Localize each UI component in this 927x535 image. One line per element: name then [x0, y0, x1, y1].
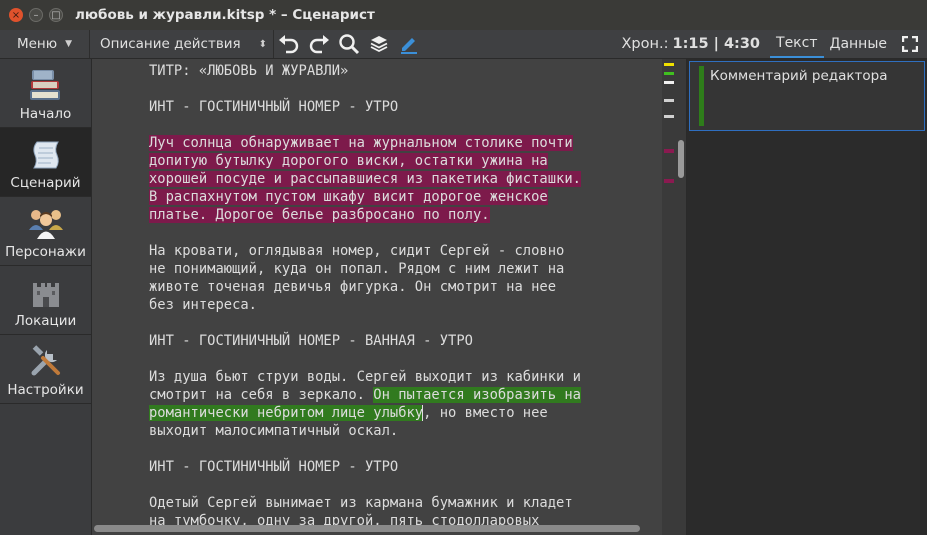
fullscreen-icon[interactable] [893, 30, 927, 58]
highlighted-text: В распахнутом пустом шкафу висит дорогое… [149, 189, 548, 205]
marker[interactable] [664, 63, 674, 66]
window-minimize-button[interactable]: – [29, 8, 43, 22]
action-line: , но вместо нее [423, 405, 548, 421]
highlighted-text: Луч солнца обнаруживает на журнальном ст… [149, 135, 573, 151]
scene-heading: ИНТ - ГОСТИНИЧНЫЙ НОМЕР - УТРО [149, 99, 399, 115]
highlighted-text: романтически небритом лице улыбку [149, 405, 424, 421]
scene-heading: ИНТ - ГОСТИНИЧНЫЙ НОМЕР - УТРО [149, 459, 399, 475]
action-line: На кровати, оглядывая номер, сидит Серге… [149, 243, 565, 259]
comment-item[interactable]: Комментарий редактора [689, 61, 925, 131]
menu-button[interactable]: Меню ▼ [0, 30, 90, 58]
marker[interactable] [664, 179, 674, 183]
title-line: ТИТР: «ЛЮБОВЬ И ЖУРАВЛИ» [149, 63, 349, 79]
tab-text[interactable]: Текст [770, 30, 824, 58]
castle-icon [32, 283, 59, 307]
action-line: Из душа бьют струи воды. Сергей выходит … [149, 369, 581, 385]
updown-arrows-icon: ⬍ [258, 38, 267, 50]
window-maximize-button[interactable]: □ [49, 8, 63, 22]
action-line: смотрит на себя в зеркало. [149, 387, 374, 403]
marker[interactable] [664, 149, 674, 153]
search-icon[interactable] [334, 30, 364, 58]
sidebar-item-script[interactable]: Сценарий [0, 128, 91, 197]
chron-label: Хрон.: [621, 36, 669, 52]
sidebar-item-label: Локации [14, 313, 77, 329]
block-type-value: Описание действия [100, 36, 241, 52]
marker-strip[interactable] [662, 59, 676, 535]
script-text[interactable]: ТИТР: «ЛЮБОВЬ И ЖУРАВЛИ» ИНТ - ГОСТИНИЧН… [149, 62, 581, 530]
window-title: любовь и журавли.kitsp * – Сценарист [75, 7, 375, 23]
tab-data[interactable]: Данные [824, 30, 894, 58]
sidebar-item-start[interactable]: Начало [0, 59, 91, 128]
layers-icon[interactable] [364, 30, 394, 58]
window-close-button[interactable]: × [9, 8, 23, 22]
main-toolbar: Меню ▼ Описание действия ⬍ Хрон.: 1:15 |… [0, 30, 927, 59]
tools-icon [31, 345, 60, 376]
action-line: Одетый Сергей вынимает из кармана бумажн… [149, 495, 573, 511]
redo-icon[interactable] [304, 30, 334, 58]
books-icon [29, 70, 60, 100]
comment-text: Комментарий редактора [710, 68, 888, 84]
scene-heading: ИНТ - ГОСТИНИЧНЫЙ НОМЕР - ВАННАЯ - УТРО [149, 333, 473, 349]
sidebar: Начало Сценарий Персонажи Локации Настро… [0, 59, 92, 535]
people-icon [28, 210, 63, 239]
scrollbar-thumb[interactable] [678, 140, 684, 178]
highlighted-text: допитую бутылку дорогого виски, остатки … [149, 153, 548, 169]
script-editor[interactable]: ТИТР: «ЛЮБОВЬ И ЖУРАВЛИ» ИНТ - ГОСТИНИЧН… [92, 59, 662, 535]
marker[interactable] [664, 81, 674, 84]
highlighted-text: Он пытается изобразить на [373, 387, 581, 403]
menu-label: Меню [16, 36, 58, 52]
horizontal-scrollbar[interactable] [92, 524, 662, 533]
marker[interactable] [664, 115, 674, 118]
action-line: не понимающий, куда он попал. Рядом с ни… [149, 261, 565, 277]
vertical-scrollbar[interactable] [676, 59, 687, 535]
sidebar-item-label: Сценарий [10, 175, 81, 191]
scrollbar-thumb[interactable] [94, 525, 640, 532]
scroll-icon [32, 141, 59, 169]
comment-color-bar [699, 66, 704, 126]
action-line: без интереса. [149, 297, 257, 313]
undo-icon[interactable] [274, 30, 304, 58]
sidebar-item-locations[interactable]: Локации [0, 266, 91, 335]
sidebar-item-settings[interactable]: Настройки [0, 335, 91, 404]
block-type-select[interactable]: Описание действия ⬍ [90, 30, 274, 58]
sidebar-item-characters[interactable]: Персонажи [0, 197, 91, 266]
sidebar-item-label: Настройки [7, 382, 84, 398]
sidebar-item-label: Персонажи [5, 244, 86, 260]
action-line: животе точеная девичья фигурка. Он смотр… [149, 279, 557, 295]
view-tabs: Текст Данные [770, 30, 893, 58]
highlighted-text: хорошей посуде и рассыпавшиеся из пакети… [149, 171, 581, 187]
pen-icon[interactable] [394, 30, 424, 58]
chron-value: 1:15 | 4:30 [672, 36, 761, 52]
chevron-down-icon: ▼ [65, 39, 73, 49]
marker[interactable] [664, 72, 674, 75]
comments-panel: Комментарий редактора [688, 59, 927, 535]
chronometer: Хрон.: 1:15 | 4:30 [622, 36, 771, 52]
highlighted-text: платье. Дорогое белье разбросано по полу… [149, 207, 490, 223]
action-line: выходит малосимпатичный оскал. [149, 423, 399, 439]
window-titlebar: × – □ любовь и журавли.kitsp * – Сценари… [0, 0, 927, 30]
sidebar-item-label: Начало [19, 106, 72, 122]
marker[interactable] [664, 99, 674, 102]
